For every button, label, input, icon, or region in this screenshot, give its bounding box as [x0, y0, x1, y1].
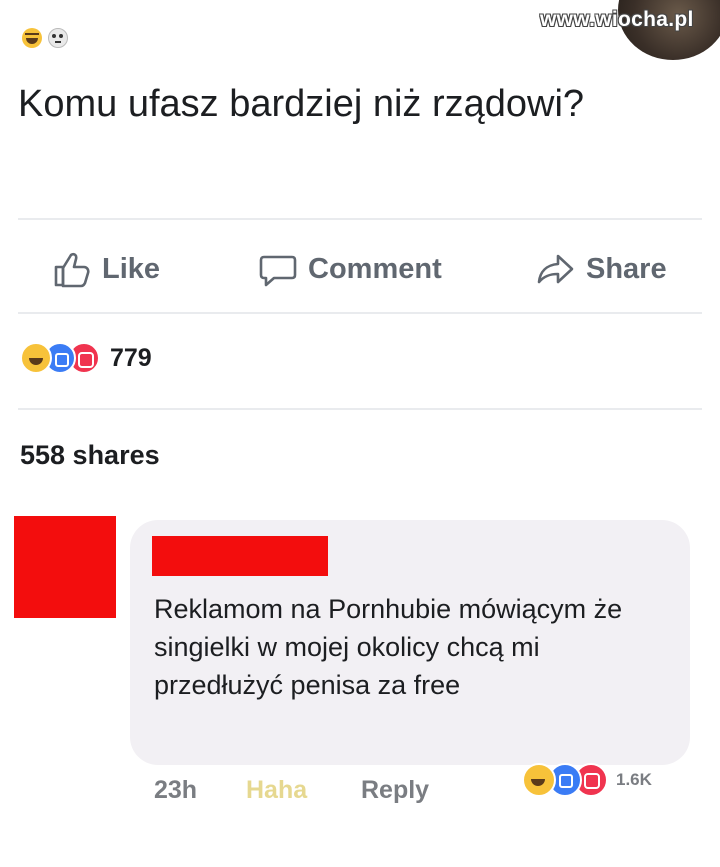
comment-text: Reklamom na Pornhubie mówiącym że singie… — [154, 594, 623, 700]
header-emoji-row — [22, 28, 68, 48]
haha-reaction-icon — [20, 342, 52, 374]
comment-bubble-icon — [259, 255, 297, 287]
comment-button[interactable]: Comment — [258, 248, 442, 290]
comment-reactions-summary[interactable]: 1.6K — [522, 763, 652, 797]
post-actions-bar: Like Comment Share — [0, 248, 720, 290]
comment-haha-link[interactable]: Haha — [246, 776, 361, 805]
comment-reaction-count: 1.6K — [616, 770, 652, 789]
divider — [18, 312, 702, 314]
share-arrow-icon — [537, 254, 574, 284]
share-button[interactable]: Share — [536, 248, 667, 290]
thumbs-up-icon — [54, 252, 90, 288]
commenter-avatar-redacted[interactable] — [14, 516, 116, 618]
like-button[interactable]: Like — [52, 248, 160, 290]
divider — [18, 218, 702, 220]
haha-reaction-icon — [522, 763, 556, 797]
laughing-face-icon — [22, 28, 42, 48]
commenter-name-redacted[interactable] — [152, 536, 328, 576]
comment-timestamp[interactable]: 23h — [154, 776, 246, 805]
watermark: www.wiocha.pl — [540, 8, 694, 31]
post-title: Komu ufasz bardziej niż rządowi? — [18, 83, 585, 125]
comment-meta: 23h Haha Reply — [154, 776, 429, 805]
reaction-count: 779 — [110, 343, 152, 372]
comment-bubble: Reklamom na Pornhubie mówiącym że singie… — [130, 520, 690, 765]
comment-label: Comment — [308, 252, 442, 285]
share-label: Share — [586, 252, 667, 285]
shares-count[interactable]: 558 shares — [20, 440, 160, 471]
like-label: Like — [102, 252, 161, 285]
post-reactions-summary[interactable]: 779 — [20, 342, 152, 374]
skull-icon — [48, 28, 68, 48]
divider — [18, 408, 702, 410]
comment-reply-link[interactable]: Reply — [361, 776, 429, 805]
